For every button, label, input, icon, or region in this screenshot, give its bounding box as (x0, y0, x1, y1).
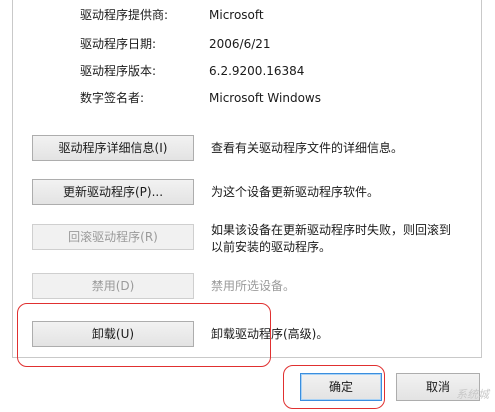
disable-device-button: 禁用(D) (32, 273, 194, 299)
version-value: 6.2.9200.16384 (209, 64, 305, 78)
ok-button[interactable]: 确定 (300, 373, 382, 401)
signer-label: 数字签名者: (80, 91, 145, 105)
uninstall-desc: 卸载驱动程序(高级)。 (211, 327, 329, 341)
date-value: 2006/6/21 (209, 37, 271, 51)
rollback-driver-desc-line2: 以前安装的驱动程序。 (211, 240, 332, 254)
signer-value: Microsoft Windows (209, 91, 321, 105)
update-driver-desc: 为这个设备更新驱动程序软件。 (211, 185, 380, 199)
provider-value: Microsoft (209, 8, 264, 22)
update-driver-button[interactable]: 更新驱动程序(P)... (32, 179, 194, 205)
provider-label: 驱动程序提供商: (80, 8, 169, 22)
rollback-driver-desc-line1: 如果该设备在更新驱动程序时失败，则回滚到 (211, 223, 452, 237)
uninstall-button[interactable]: 卸载(U) (32, 321, 194, 347)
disable-device-desc: 禁用所选设备。 (211, 279, 296, 293)
watermark-text: 系统城 (456, 388, 489, 401)
version-label: 驱动程序版本: (80, 64, 157, 78)
rollback-driver-button: 回滚驱动程序(R) (32, 224, 194, 250)
driver-details-button[interactable]: 驱动程序详细信息(I) (32, 135, 194, 161)
date-label: 驱动程序日期: (80, 37, 157, 51)
driver-details-desc: 查看有关驱动程序文件的详细信息。 (211, 141, 404, 155)
